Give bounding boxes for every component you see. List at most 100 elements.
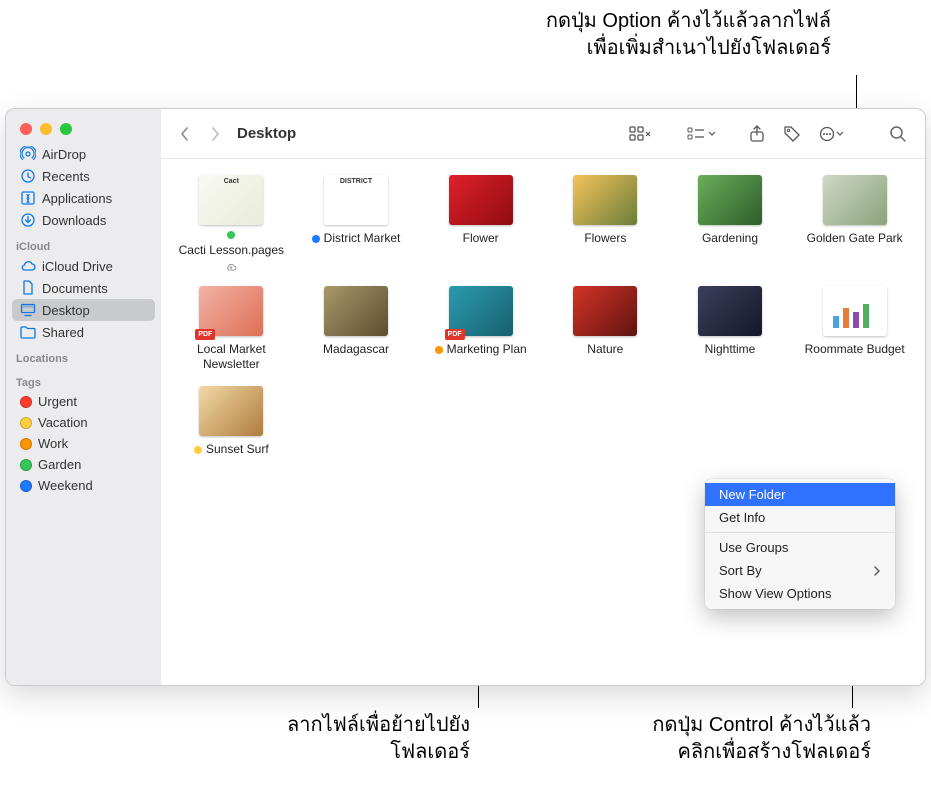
file-tag-dot [312, 235, 320, 243]
context-menu-label: Get Info [719, 510, 765, 525]
sidebar-item-documents[interactable]: Documents [12, 277, 155, 299]
desktop-icon [20, 302, 36, 318]
tag-dot [20, 459, 32, 471]
context-menu-item-use-groups[interactable]: Use Groups [705, 536, 895, 559]
file-thumbnail [823, 175, 887, 225]
file-thumbnail [823, 286, 887, 336]
context-menu: New Folder Get Info Use Groups Sort ByShow … [705, 479, 895, 609]
sidebar-item-label: Vacation [38, 415, 88, 430]
tags-button[interactable] [777, 121, 807, 147]
chevron-right-icon [873, 566, 881, 576]
context-menu-label: Use Groups [719, 540, 788, 555]
close-button[interactable] [20, 123, 32, 135]
sidebar-item-desktop[interactable]: Desktop [12, 299, 155, 321]
recents-icon [20, 168, 36, 184]
context-menu-item-show-view-options[interactable]: Show View Options [705, 582, 895, 605]
sidebar-item-work[interactable]: Work [12, 433, 155, 454]
tag-dot [20, 438, 32, 450]
file-label: Nighttime [705, 342, 756, 357]
context-menu-item-get-info[interactable]: Get Info [705, 506, 895, 529]
callout-top-line2: เพื่อเพิ่มสำเนาไปยังโฟลเดอร์ [546, 35, 831, 62]
file-item[interactable]: PDFMarketing Plan [422, 286, 539, 372]
file-item[interactable]: Nighttime [672, 286, 789, 372]
file-name: Nature [587, 342, 623, 357]
icon-view-button[interactable] [623, 122, 657, 146]
file-label: Cacti Lesson.pages [173, 231, 290, 272]
file-label: Golden Gate Park [807, 231, 903, 246]
pdf-badge-icon: PDF [195, 329, 215, 340]
sidebar-item-label: Documents [42, 281, 108, 296]
more-button[interactable] [813, 122, 851, 146]
file-label: Flower [463, 231, 499, 246]
airdrop-icon [20, 146, 36, 162]
context-menu-item-sort-by[interactable]: Sort By [705, 559, 895, 582]
forward-button[interactable] [203, 122, 227, 146]
sidebar-item-vacation[interactable]: Vacation [12, 412, 155, 433]
sidebar-item-garden[interactable]: Garden [12, 454, 155, 475]
file-label: Sunset Surf [194, 442, 269, 457]
sidebar-item-label: Downloads [42, 213, 106, 228]
file-name: Cacti Lesson.pages [179, 243, 284, 258]
file-item[interactable]: Flower [422, 175, 539, 272]
file-label: Madagascar [323, 342, 389, 357]
file-label: Gardening [702, 231, 758, 246]
file-name: District Market [324, 231, 401, 246]
file-item[interactable]: Roommate Budget [796, 286, 913, 372]
minimize-button[interactable] [40, 123, 52, 135]
file-item[interactable]: Sunset Surf [173, 386, 290, 457]
file-thumbnail: DISTRICT [324, 175, 388, 225]
sidebar-item-label: Garden [38, 457, 81, 472]
file-item[interactable]: Golden Gate Park [796, 175, 913, 272]
sidebar-item-label: Shared [42, 325, 84, 340]
callout-br-line1: กดปุ่ม Control ค้างไว้แล้ว [541, 712, 871, 739]
sidebar-item-applications[interactable]: Applications [12, 187, 155, 209]
shared-icon [20, 324, 36, 340]
file-label: Flowers [584, 231, 626, 246]
sidebar-item-downloads[interactable]: Downloads [12, 209, 155, 231]
sidebar-item-label: Weekend [38, 478, 93, 493]
sidebar-item-label: Work [38, 436, 68, 451]
file-name: Nighttime [705, 342, 756, 357]
sidebar-item-urgent[interactable]: Urgent [12, 391, 155, 412]
sidebar-item-label: iCloud Drive [42, 259, 113, 274]
file-item[interactable]: Madagascar [298, 286, 415, 372]
file-tag-dot [435, 346, 443, 354]
zoom-button[interactable] [60, 123, 72, 135]
chart-thumb-icon [823, 286, 887, 336]
window-title: Desktop [237, 125, 296, 142]
file-item[interactable]: Cact Cacti Lesson.pages [173, 175, 290, 272]
callout-top-line1: กดปุ่ม Option ค้างไว้แล้วลากไฟล์ [546, 8, 831, 35]
tag-dot [20, 396, 32, 408]
file-thumbnail [698, 175, 762, 225]
file-name: Flowers [584, 231, 626, 246]
file-item[interactable]: Gardening [672, 175, 789, 272]
file-thumbnail [199, 386, 263, 436]
file-item[interactable]: Nature [547, 286, 664, 372]
file-label: District Market [312, 231, 401, 246]
thumb-caption: Cact [199, 178, 263, 185]
group-button[interactable] [681, 122, 723, 146]
back-button[interactable] [173, 122, 197, 146]
toolbar: Desktop [161, 109, 925, 159]
file-item[interactable]: DISTRICT District Market [298, 175, 415, 272]
file-label: Roommate Budget [805, 342, 905, 357]
file-name: Roommate Budget [805, 342, 905, 357]
sidebar-item-icloud-drive[interactable]: iCloud Drive [12, 255, 155, 277]
share-button[interactable] [743, 121, 771, 147]
pdf-badge-icon: PDF [445, 329, 465, 340]
file-item[interactable]: Flowers [547, 175, 664, 272]
sidebar-item-airdrop[interactable]: AirDrop [12, 143, 155, 165]
sidebar-item-shared[interactable]: Shared [12, 321, 155, 343]
sidebar: AirDrop RecentsApplications Downloads iClo… [6, 109, 161, 685]
sidebar-item-label: AirDrop [42, 147, 86, 162]
file-name: Golden Gate Park [807, 231, 903, 246]
context-menu-label: New Folder [719, 487, 785, 502]
sidebar-item-label: Urgent [38, 394, 77, 409]
file-item[interactable]: PDFLocal Market Newsletter [173, 286, 290, 372]
content-area[interactable]: Cact Cacti Lesson.pages DISTRICT District M… [161, 159, 925, 685]
sidebar-section-icloud: iCloud [6, 231, 161, 255]
sidebar-item-recents[interactable]: Recents [12, 165, 155, 187]
search-button[interactable] [883, 121, 913, 147]
context-menu-item-new-folder[interactable]: New Folder [705, 483, 895, 506]
sidebar-item-weekend[interactable]: Weekend [12, 475, 155, 496]
